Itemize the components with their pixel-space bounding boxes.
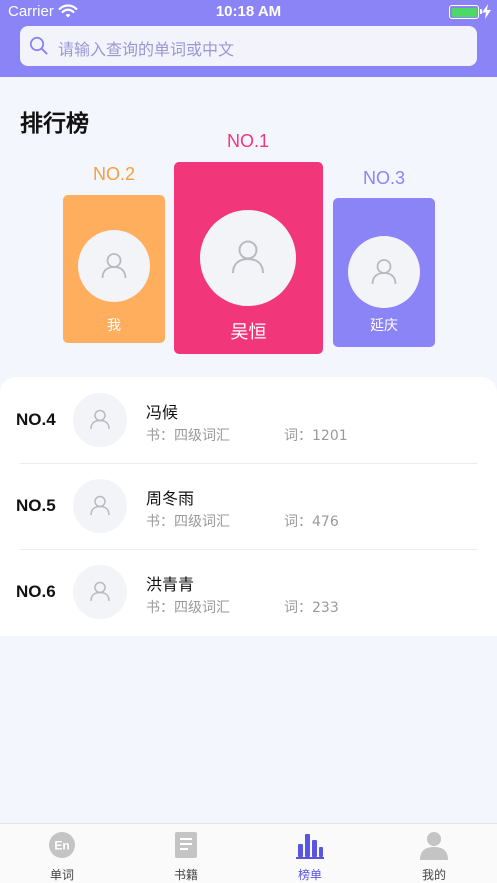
- avatar: [78, 230, 150, 302]
- book-name: 书：四级词汇: [146, 514, 230, 530]
- list-item[interactable]: NO.6 洪青青 书：四级词汇 词：233: [0, 549, 497, 635]
- ranking-icon: [296, 834, 324, 859]
- podium-first[interactable]: 吴恒: [174, 162, 323, 354]
- person-icon: [90, 409, 110, 430]
- word-count: 词：1201: [284, 428, 348, 444]
- word-count: 词：233: [284, 600, 339, 616]
- battery-icon: [449, 5, 482, 19]
- person-icon: [90, 581, 110, 602]
- person-icon: [90, 495, 110, 516]
- podium-name: 我: [107, 318, 121, 334]
- status-time: 10:18 AM: [215, 3, 282, 20]
- charging-icon: [482, 4, 491, 19]
- page-title: 排行榜: [20, 111, 89, 137]
- search-placeholder: 请输入查询的单词或中文: [58, 40, 235, 59]
- rank-number: NO.5: [16, 496, 56, 515]
- tab-label: 榜单: [297, 868, 322, 882]
- rank-label-third: NO.3: [362, 168, 405, 188]
- tab-books[interactable]: 书籍: [124, 824, 248, 883]
- person-icon: [232, 240, 264, 274]
- tab-mine[interactable]: 我的: [372, 824, 496, 883]
- rank-number: NO.6: [16, 582, 56, 601]
- en-icon: En: [49, 832, 75, 858]
- podium-name: 吴恒: [230, 322, 267, 343]
- tab-label: 书籍: [173, 868, 198, 882]
- avatar: [348, 236, 420, 308]
- person-icon: [371, 259, 397, 285]
- podium-name: 延庆: [370, 318, 398, 334]
- list-item[interactable]: NO.5 周冬雨 书：四级词汇 词：476: [0, 463, 497, 549]
- tab-label: 我的: [421, 868, 446, 882]
- tab-words[interactable]: En 单词: [0, 824, 124, 883]
- search-input[interactable]: 请输入查询的单词或中文: [20, 26, 477, 66]
- book-name: 书：四级词汇: [146, 428, 230, 444]
- tab-ranking[interactable]: 榜单: [248, 824, 372, 883]
- user-name: 洪青青: [146, 575, 195, 594]
- list-item[interactable]: NO.4 冯候 书：四级词汇 词：1201: [0, 377, 497, 463]
- user-name: 冯候: [146, 403, 179, 422]
- avatar: [73, 393, 127, 447]
- tab-label: 单词: [49, 868, 74, 882]
- person-icon: [420, 832, 448, 860]
- ranking-list: NO.4 冯候 书：四级词汇 词：1201 NO.5 周冬雨 书：四级词汇 词：…: [0, 377, 497, 636]
- tab-bar: En 单词 书籍 榜单 我的: [0, 823, 497, 883]
- avatar: [200, 210, 296, 306]
- status-bar: Carrier 10:18 AM: [0, 0, 497, 24]
- book-name: 书：四级词汇: [146, 600, 230, 616]
- svg-text:En: En: [54, 839, 69, 853]
- book-icon: [175, 832, 197, 858]
- podium-second[interactable]: 我: [63, 195, 165, 343]
- word-count: 词：476: [284, 514, 339, 530]
- avatar: [73, 565, 127, 619]
- header-bar: Carrier 10:18 AM 请输入查询的单词或中文: [0, 0, 497, 77]
- user-name: 周冬雨: [146, 489, 195, 508]
- search-icon: [29, 36, 48, 55]
- rank-number: NO.4: [16, 410, 56, 429]
- podium-third[interactable]: 延庆: [333, 198, 435, 347]
- avatar: [73, 479, 127, 533]
- rank-label-first: NO.1: [226, 131, 269, 151]
- rank-label-second: NO.2: [92, 164, 135, 184]
- person-icon: [101, 253, 127, 279]
